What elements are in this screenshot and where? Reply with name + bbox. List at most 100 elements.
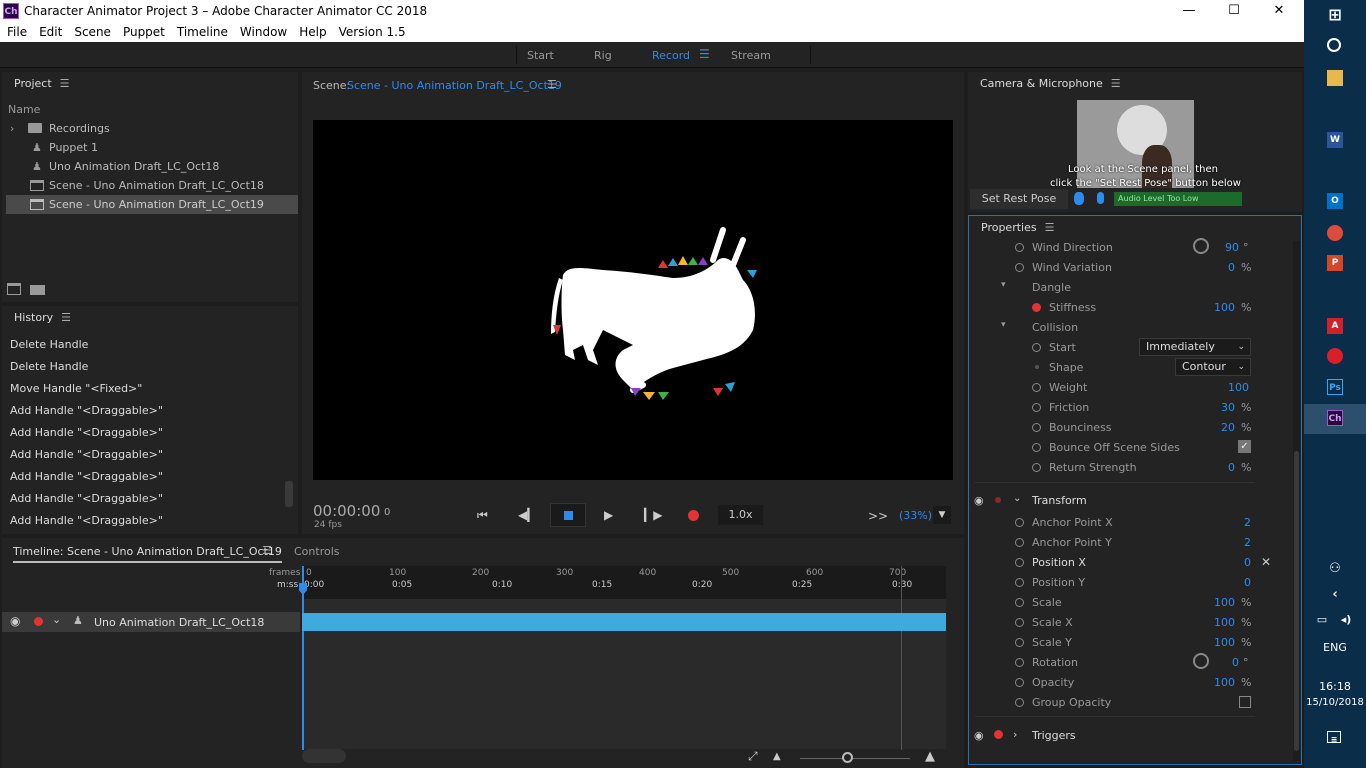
history-item[interactable]: Add Handle "<Draggable>" [10, 426, 163, 439]
more-controls-button[interactable]: >> [868, 509, 888, 523]
character-animator-icon[interactable]: Ch [1327, 410, 1343, 426]
stopwatch-radio[interactable] [1032, 383, 1041, 392]
chevron-left-icon[interactable]: ‹ [1327, 587, 1343, 603]
history-item[interactable]: Add Handle "<Draggable>" [10, 492, 163, 505]
stopwatch-radio[interactable] [1015, 558, 1024, 567]
bounce-off-checkbox[interactable]: ✓ [1238, 440, 1251, 453]
maximize-button[interactable]: ☐ [1211, 0, 1257, 22]
unicorn-puppet[interactable] [313, 120, 953, 480]
frame-number[interactable]: 0 [384, 507, 390, 518]
section-dangle[interactable]: Dangle [1032, 281, 1071, 294]
eye-icon[interactable]: ◉ [974, 494, 984, 507]
file-explorer-icon[interactable] [1327, 70, 1343, 86]
prop-value[interactable]: 100 [1199, 676, 1235, 689]
list-item[interactable]: Scene - Uno Animation Draft_LC_Oct18 [6, 176, 298, 195]
prop-value[interactable]: 0 [1199, 261, 1235, 274]
list-item[interactable]: ♟ Uno Animation Draft_LC_Oct18 [6, 157, 298, 176]
stopwatch-radio[interactable] [1015, 263, 1024, 272]
playback-speed[interactable]: 1.0x [718, 505, 763, 525]
prop-value[interactable]: 20 [1199, 421, 1235, 434]
set-rest-pose-button[interactable]: Set Rest Pose [970, 189, 1068, 209]
close-button[interactable]: ✕ [1256, 0, 1302, 22]
new-folder-icon[interactable] [30, 285, 45, 295]
prop-value[interactable]: 100 [1199, 301, 1235, 314]
zoom-level[interactable]: (33%) [899, 509, 932, 522]
timeline-scrollbar[interactable] [302, 749, 346, 763]
armed-indicator[interactable] [994, 730, 1003, 739]
stopwatch-radio[interactable] [1032, 443, 1041, 452]
history-item[interactable]: Add Handle "<Draggable>" [10, 470, 163, 483]
stopwatch-radio[interactable] [1032, 463, 1041, 472]
minimize-button[interactable]: — [1166, 0, 1212, 22]
panel-menu-icon[interactable]: ☰ [61, 306, 71, 330]
panel-menu-icon[interactable]: ☰ [1045, 216, 1055, 240]
scene-canvas[interactable] [313, 120, 953, 480]
list-item[interactable]: Scene - Uno Animation Draft_LC_Oct19 [6, 195, 298, 214]
word-icon[interactable]: W [1327, 132, 1343, 148]
chevron-down-icon[interactable]: ⌄ [1013, 493, 1021, 504]
network-icon[interactable]: ▭ [1314, 612, 1330, 628]
name-column-header[interactable]: Name [8, 103, 40, 116]
section-collision[interactable]: Collision [1032, 321, 1078, 334]
eye-icon[interactable]: ◉ [10, 614, 20, 628]
list-item[interactable]: ♟ Puppet 1 [6, 138, 298, 157]
tab-controls[interactable]: Controls [294, 545, 340, 558]
properties-scrollbar-track[interactable] [1293, 241, 1300, 761]
section-transform[interactable]: Transform [1032, 494, 1087, 507]
start-dropdown[interactable]: Immediately ⌄ [1139, 338, 1251, 356]
fit-view-icon[interactable]: ⤢ [748, 749, 758, 764]
record-button[interactable] [688, 510, 699, 521]
history-scrollbar[interactable] [285, 481, 293, 507]
prop-value[interactable]: 0 [1209, 576, 1251, 589]
section-triggers[interactable]: Triggers [1032, 729, 1076, 742]
history-item[interactable]: Add Handle "<Draggable>" [10, 404, 163, 417]
zoom-slider[interactable] [800, 758, 910, 759]
menu-timeline[interactable]: Timeline [170, 22, 233, 39]
menu-edit[interactable]: Edit [32, 22, 67, 39]
volume-icon[interactable]: ◂) [1338, 612, 1354, 628]
prop-value[interactable]: 100 [1209, 381, 1249, 394]
prop-value[interactable]: 0 [1209, 556, 1251, 569]
stopwatch-radio[interactable] [1032, 423, 1041, 432]
panel-menu-icon[interactable]: ☰ [262, 544, 272, 557]
clock-date[interactable]: 15/10/2018 [1304, 697, 1366, 708]
play-icon[interactable]: ▶ [604, 508, 613, 522]
prop-value[interactable]: 90 [1209, 241, 1239, 254]
chrome-icon[interactable] [1327, 225, 1343, 241]
menu-puppet[interactable]: Puppet [116, 22, 170, 39]
scene-name-link[interactable]: Scene - Uno Animation Draft_LC_Oct19 [347, 79, 562, 92]
timecode[interactable]: 00:00:00 [313, 502, 380, 520]
prop-value[interactable]: 0 [1209, 656, 1239, 669]
history-item[interactable]: Move Handle "<Fixed>" [10, 382, 142, 395]
zoom-slider-thumb[interactable] [842, 752, 853, 763]
chevron-right-icon[interactable]: › [1013, 728, 1017, 741]
menu-window[interactable]: Window [233, 22, 292, 39]
outlook-icon[interactable]: O [1327, 193, 1343, 209]
chevron-down-icon[interactable]: ⌄ [52, 613, 61, 626]
stopwatch-radio[interactable] [1015, 243, 1024, 252]
menu-version[interactable]: Version 1.5 [332, 22, 411, 39]
menu-file[interactable]: File [0, 22, 32, 39]
dial-icon[interactable] [1193, 238, 1209, 254]
eye-icon[interactable]: ◉ [974, 729, 984, 742]
people-icon[interactable]: ⚇ [1327, 561, 1343, 577]
mountain-small-icon[interactable]: ▲ [773, 751, 781, 762]
panel-menu-icon[interactable]: ☰ [1111, 72, 1121, 96]
panel-menu-icon[interactable]: ☰ [60, 72, 70, 96]
prop-value[interactable]: 100 [1199, 596, 1235, 609]
step-back-icon[interactable]: ◀▎ [518, 508, 536, 522]
stopwatch-radio[interactable] [1015, 538, 1024, 547]
stop-button[interactable] [550, 503, 586, 527]
camera-toggle-icon[interactable] [1074, 192, 1084, 205]
properties-scrollbar-thumb[interactable] [1294, 451, 1299, 751]
menu-help[interactable]: Help [292, 22, 331, 39]
group-opacity-checkbox[interactable] [1239, 696, 1251, 708]
chevron-right-icon[interactable]: › [10, 119, 14, 138]
action-center-icon[interactable]: ≡ [1327, 731, 1341, 744]
chevron-down-icon[interactable]: ▾ [1001, 280, 1006, 290]
chevron-down-icon[interactable]: ▾ [1001, 320, 1006, 330]
menu-scene[interactable]: Scene [67, 22, 116, 39]
zoom-dropdown-icon[interactable]: ▼ [933, 506, 951, 524]
track-header[interactable]: ◉ ⌄ ♟ Uno Animation Draft_LC_Oct18 [2, 612, 300, 632]
prop-value[interactable]: 2 [1209, 516, 1251, 529]
